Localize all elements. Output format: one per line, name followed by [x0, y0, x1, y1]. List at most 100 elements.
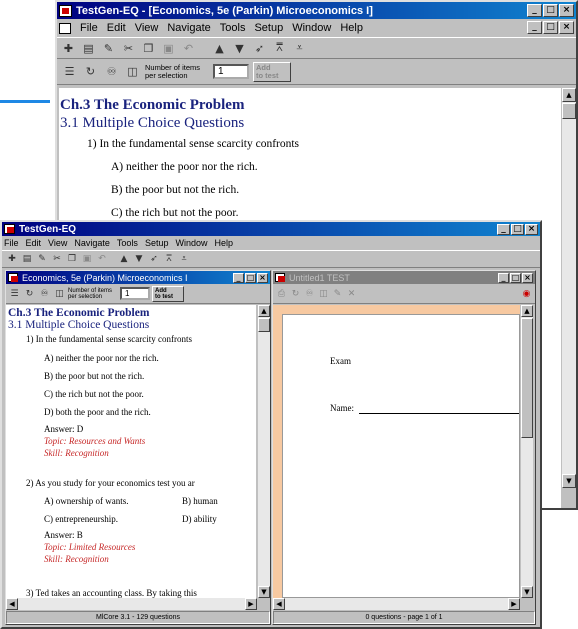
minimize-button[interactable]: _: [497, 223, 510, 235]
scroll-up-arrow[interactable]: ▲: [562, 88, 576, 102]
minimize-button[interactable]: _: [233, 272, 244, 283]
back-toolbar: ✚ ▤ ✎ ✂ ❐ ▣ ↶ ▲ ▼ ➶ ⩞ ⩡: [57, 37, 576, 59]
new-icon[interactable]: ✚: [60, 40, 77, 56]
back-vertical-scrollbar[interactable]: ▲ ▼: [561, 88, 576, 488]
copy-icon[interactable]: ❐: [65, 251, 79, 267]
menu-window[interactable]: Window: [292, 22, 331, 34]
doc-restore-button[interactable]: □: [543, 21, 558, 34]
view-icon[interactable]: ◫: [317, 286, 330, 302]
items-per-selection-input[interactable]: 1: [213, 64, 249, 79]
test-icon[interactable]: ☰: [8, 286, 21, 302]
menu-navigate[interactable]: Navigate: [167, 22, 210, 34]
doc-minimize-button[interactable]: _: [527, 21, 542, 34]
up-arrow-icon[interactable]: ▲: [211, 40, 228, 56]
sort-down-icon[interactable]: ⩡: [291, 40, 308, 56]
menu-setup[interactable]: Setup: [254, 22, 283, 34]
minimize-button[interactable]: _: [527, 4, 542, 17]
refresh-icon[interactable]: ↻: [82, 64, 99, 80]
chapter-heading: Ch.3 The Economic Problem: [8, 307, 150, 319]
scroll-thumb[interactable]: [562, 103, 576, 119]
pin-icon[interactable]: ➶: [251, 40, 268, 56]
right-horizontal-scrollbar[interactable]: ◀ ▶: [273, 598, 520, 610]
scroll-up-arrow[interactable]: ▲: [521, 305, 533, 317]
scroll-thumb[interactable]: [258, 318, 270, 332]
menu-tools[interactable]: Tools: [117, 238, 138, 248]
cut-icon[interactable]: ✂: [50, 251, 64, 267]
menu-file[interactable]: File: [80, 22, 98, 34]
scroll-left-arrow[interactable]: ◀: [6, 598, 18, 610]
close-button[interactable]: ×: [522, 272, 533, 283]
down-arrow-icon[interactable]: ▼: [231, 40, 248, 56]
menu-tools[interactable]: Tools: [220, 22, 246, 34]
scroll-thumb[interactable]: [521, 318, 533, 438]
maximize-button[interactable]: □: [543, 4, 558, 17]
open-icon[interactable]: ▤: [80, 40, 97, 56]
close-button[interactable]: ×: [257, 272, 268, 283]
close-button[interactable]: ×: [525, 223, 538, 235]
pin-icon[interactable]: ➶: [147, 251, 161, 267]
add-to-test-button[interactable]: Add to test: [253, 61, 291, 82]
undo-icon[interactable]: ↶: [180, 40, 197, 56]
up-arrow-icon[interactable]: ▲: [117, 251, 131, 267]
scroll-right-arrow[interactable]: ▶: [508, 598, 520, 610]
cut-icon[interactable]: ✂: [120, 40, 137, 56]
menu-view[interactable]: View: [135, 22, 159, 34]
edit-icon[interactable]: ✎: [35, 251, 49, 267]
maximize-button[interactable]: □: [510, 272, 521, 283]
scroll-up-arrow[interactable]: ▲: [258, 305, 270, 317]
menu-help[interactable]: Help: [340, 22, 363, 34]
delete-icon[interactable]: ✕: [345, 286, 358, 302]
sort-up-icon[interactable]: ⩞: [271, 40, 288, 56]
new-icon[interactable]: ✚: [5, 251, 19, 267]
view-icon[interactable]: ◫: [53, 286, 66, 302]
copy-icon[interactable]: ❐: [140, 40, 157, 56]
down-arrow-icon[interactable]: ▼: [132, 251, 146, 267]
left-vertical-scrollbar[interactable]: ▲ ▼: [257, 305, 270, 598]
test-pane-titlebar[interactable]: Untitled1 TEST _ □ ×: [273, 271, 535, 284]
menu-help[interactable]: Help: [214, 238, 233, 248]
undo-icon[interactable]: ↶: [95, 251, 109, 267]
open-icon[interactable]: ▤: [20, 251, 34, 267]
question-bank-titlebar[interactable]: Economics, 5e (Parkin) Microeconomics I …: [6, 271, 270, 284]
refresh-icon[interactable]: ↻: [23, 286, 36, 302]
menu-navigate[interactable]: Navigate: [74, 238, 110, 248]
back-window-titlebar[interactable]: TestGen-EQ - [Economics, 5e (Parkin) Mic…: [57, 2, 576, 19]
test-icon[interactable]: ☰: [61, 64, 78, 80]
paste-icon[interactable]: ▣: [160, 40, 177, 56]
add-to-test-button[interactable]: Add to test: [152, 285, 184, 302]
doc-icon[interactable]: [59, 22, 71, 34]
items-per-selection-input[interactable]: 1: [120, 287, 150, 300]
minimize-button[interactable]: _: [498, 272, 509, 283]
answer-key-icon[interactable]: ◉: [520, 286, 533, 302]
edit-icon[interactable]: ✎: [331, 286, 344, 302]
menu-edit[interactable]: Edit: [26, 238, 42, 248]
paste-icon[interactable]: ▣: [80, 251, 94, 267]
scroll-right-arrow[interactable]: ▶: [245, 598, 257, 610]
binoculars-icon[interactable]: ♾: [103, 64, 120, 80]
close-button[interactable]: ×: [559, 4, 574, 17]
menu-window[interactable]: Window: [175, 238, 207, 248]
menu-setup[interactable]: Setup: [145, 238, 169, 248]
sort-up-icon[interactable]: ⩞: [162, 251, 176, 267]
binoculars-icon[interactable]: ♾: [38, 286, 51, 302]
doc-close-button[interactable]: ×: [559, 21, 574, 34]
menu-edit[interactable]: Edit: [107, 22, 126, 34]
edit-icon[interactable]: ✎: [100, 40, 117, 56]
left-horizontal-scrollbar[interactable]: ◀ ▶: [6, 598, 257, 610]
menu-file[interactable]: File: [4, 238, 19, 248]
maximize-button[interactable]: □: [245, 272, 256, 283]
front-window-titlebar[interactable]: TestGen-EQ _ □ ×: [2, 222, 540, 236]
scroll-left-arrow[interactable]: ◀: [273, 598, 285, 610]
scroll-down-arrow[interactable]: ▼: [521, 586, 533, 598]
refresh-icon[interactable]: ↻: [289, 286, 302, 302]
menu-view[interactable]: View: [48, 238, 67, 248]
sort-down-icon[interactable]: ⩡: [177, 251, 191, 267]
print-icon[interactable]: ⎙: [275, 286, 288, 302]
right-vertical-scrollbar[interactable]: ▲ ▼: [520, 305, 533, 598]
scroll-down-arrow[interactable]: ▼: [562, 474, 576, 488]
view-icon[interactable]: ◫: [124, 64, 141, 80]
maximize-button[interactable]: □: [511, 223, 524, 235]
scroll-down-arrow[interactable]: ▼: [258, 586, 270, 598]
question-3-text: 3) Ted takes an accounting class. By tak…: [26, 588, 197, 598]
find-icon[interactable]: ♾: [303, 286, 316, 302]
